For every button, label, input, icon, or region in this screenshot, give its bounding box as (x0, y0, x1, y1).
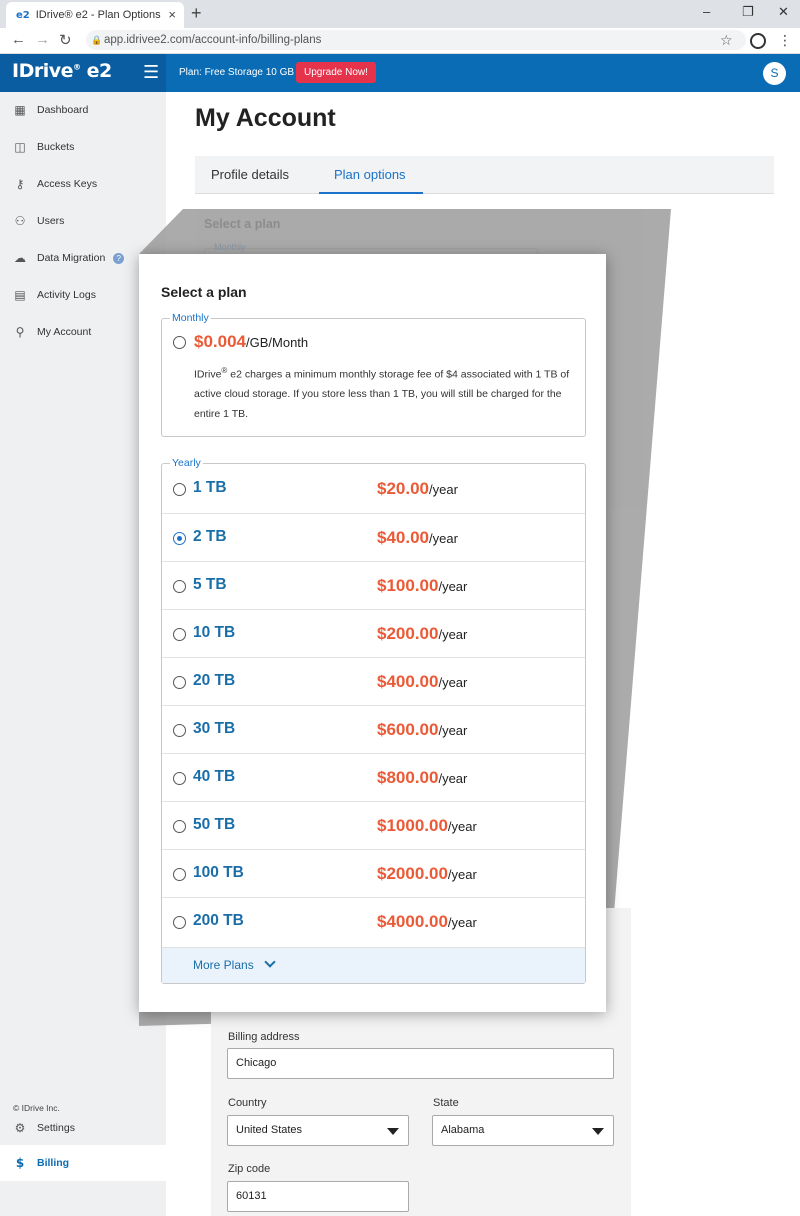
monthly-plan-group: Monthly $0.004/GB/Month IDrive® e2 charg… (161, 312, 586, 437)
forward-icon[interactable]: → (35, 31, 50, 48)
sidebar-item-buckets[interactable]: ◫ Buckets (0, 129, 166, 165)
favicon-icon: e2 (16, 9, 30, 21)
plan-radio-10tb[interactable] (173, 628, 186, 641)
plan-row-2tb[interactable]: 2 TB $40.00/year (162, 513, 585, 561)
dollar-icon: $ (15, 1156, 25, 1170)
plan-status: Plan: Free Storage 10 GB (179, 67, 295, 78)
sidebar-item-billing[interactable]: $ Billing (0, 1145, 166, 1181)
select-plan-heading: Select a plan (161, 284, 247, 300)
plan-row-100tb[interactable]: 100 TB $2000.00/year (162, 849, 585, 897)
hamburger-menu-icon[interactable]: ☰ (143, 62, 159, 83)
sidebar-item-dashboard[interactable]: ▦ Dashboard (0, 92, 166, 128)
help-icon[interactable]: ? (113, 252, 125, 264)
plan-radio-1tb[interactable] (173, 483, 186, 496)
user-icon: ⚲ (15, 325, 25, 339)
plan-row-200tb[interactable]: 200 TB $4000.00/year (162, 897, 585, 945)
users-icon: ⚇ (14, 214, 26, 228)
logo-area: IDrive® e2 ☰ (0, 54, 166, 92)
monthly-price: $0.004/GB/Month (194, 332, 309, 351)
country-select[interactable]: United States (227, 1115, 409, 1146)
dashboard-icon: ▦ (14, 103, 26, 117)
country-label: Country (228, 1097, 267, 1109)
user-avatar[interactable]: S (763, 62, 786, 85)
new-tab-icon[interactable]: + (191, 3, 202, 24)
tab-title: IDrive® e2 - Plan Options (35, 9, 161, 21)
plan-radio-50tb[interactable] (173, 820, 186, 833)
monthly-plan-radio[interactable] (173, 336, 186, 349)
close-tab-icon[interactable]: × (168, 7, 176, 22)
back-icon[interactable]: ← (11, 31, 26, 48)
plan-row-30tb[interactable]: 30 TB $600.00/year (162, 705, 585, 753)
plan-radio-2tb[interactable] (173, 532, 186, 545)
active-tab-indicator (319, 192, 423, 194)
copyright-text: © IDrive Inc. (13, 1103, 60, 1113)
plan-row-20tb[interactable]: 20 TB $400.00/year (162, 657, 585, 705)
url-field[interactable]: 🔒 app.idrivee2.com/account-info/billing-… (86, 30, 746, 50)
reload-icon[interactable]: ↻ (59, 31, 72, 49)
billing-address-label: Billing address (228, 1031, 300, 1043)
bucket-icon: ◫ (14, 140, 26, 154)
more-plans-button[interactable]: More Plans (162, 947, 585, 983)
key-icon: ⚷ (15, 177, 25, 191)
plan-row-40tb[interactable]: 40 TB $800.00/year (162, 753, 585, 801)
lock-icon: 🔒 (91, 35, 103, 45)
tab-plan-options[interactable]: Plan options (334, 167, 406, 182)
chevron-down-icon (592, 1128, 604, 1135)
zip-code-input[interactable]: 60131 (227, 1181, 409, 1212)
minimize-icon[interactable]: – (703, 4, 710, 19)
monthly-plan-description: IDrive® e2 charges a minimum monthly sto… (194, 366, 570, 420)
cloud-icon: ☁ (14, 251, 26, 265)
plan-radio-100tb[interactable] (173, 868, 186, 881)
page-title: My Account (195, 104, 336, 132)
plan-selection-panel: Select a plan Monthly $0.004/GB/Month ID… (139, 254, 606, 1012)
plan-radio-200tb[interactable] (173, 916, 186, 929)
plan-radio-20tb[interactable] (173, 676, 186, 689)
plan-row-1tb[interactable]: 1 TB $20.00/year (162, 465, 585, 513)
browser-tab[interactable]: e2 IDrive® e2 - Plan Options × (6, 2, 184, 28)
plan-radio-40tb[interactable] (173, 772, 186, 785)
plan-row-10tb[interactable]: 10 TB $200.00/year (162, 609, 585, 657)
state-select[interactable]: Alabama (432, 1115, 614, 1146)
window-close-icon[interactable]: ✕ (778, 4, 789, 20)
tab-profile-details[interactable]: Profile details (211, 167, 289, 182)
plan-row-5tb[interactable]: 5 TB $100.00/year (162, 561, 585, 609)
zip-code-label: Zip code (228, 1163, 271, 1175)
background-select-plan-heading: Select a plan (204, 217, 281, 231)
chevron-down-icon (387, 1128, 399, 1135)
yearly-plan-group: Yearly 1 TB $20.00/year 2 TB $40.00/year… (161, 457, 586, 984)
plan-radio-30tb[interactable] (173, 724, 186, 737)
url-text: app.idrivee2.com/account-info/billing-pl… (104, 34, 322, 46)
background-monthly-legend: Monthly (214, 242, 246, 252)
billing-address-input[interactable]: Chicago (227, 1048, 614, 1079)
browser-profile-icon[interactable] (750, 33, 766, 49)
bookmark-star-icon[interactable]: ☆ (720, 32, 733, 49)
browser-menu-icon[interactable]: ⋮ (778, 32, 792, 49)
upgrade-now-button[interactable]: Upgrade Now! (296, 62, 376, 83)
app-header: IDrive® e2 ☰ Plan: Free Storage 10 GB Up… (0, 54, 800, 92)
gear-icon: ⚙ (14, 1121, 26, 1135)
monthly-legend: Monthly (170, 312, 211, 324)
account-tabs: Profile details Plan options (195, 156, 774, 194)
state-label: State (433, 1097, 459, 1109)
sidebar-item-users[interactable]: ⚇ Users (0, 203, 166, 239)
sidebar-item-access-keys[interactable]: ⚷ Access Keys (0, 166, 166, 202)
plan-radio-5tb[interactable] (173, 580, 186, 593)
browser-tab-bar: e2 IDrive® e2 - Plan Options × + – ❐ ✕ (0, 0, 800, 28)
sidebar-item-settings[interactable]: ⚙ Settings (0, 1110, 166, 1146)
address-bar: ← → ↻ 🔒 app.idrivee2.com/account-info/bi… (0, 28, 800, 54)
chevron-down-icon (264, 956, 276, 968)
restore-icon[interactable]: ❐ (742, 4, 754, 20)
document-icon: ▤ (14, 288, 26, 302)
idrive-logo[interactable]: IDrive® e2 (12, 60, 112, 82)
plan-row-50tb[interactable]: 50 TB $1000.00/year (162, 801, 585, 849)
